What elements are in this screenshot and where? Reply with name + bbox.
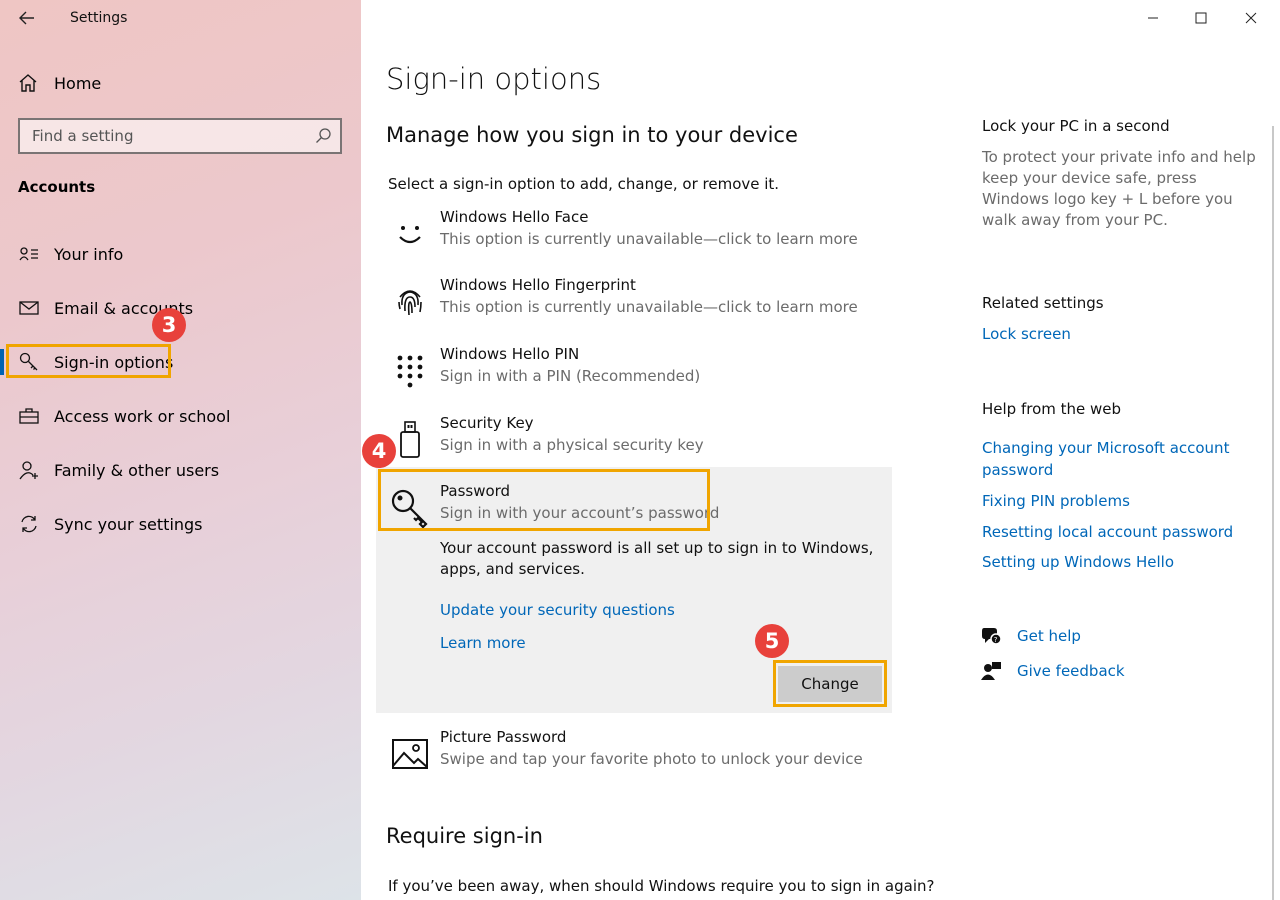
person-add-icon	[18, 459, 40, 481]
help-link-resetting-password[interactable]: Resetting local account password	[982, 521, 1242, 543]
search-icon[interactable]	[314, 127, 332, 145]
learn-more-link[interactable]: Learn more	[440, 634, 526, 652]
give-feedback-link[interactable]: Give feedback	[1017, 662, 1125, 680]
scrollbar[interactable]	[1272, 126, 1274, 900]
fingerprint-icon	[388, 282, 432, 322]
svg-text:?: ?	[994, 636, 998, 644]
sidebar-item-access-work[interactable]: Access work or school	[18, 401, 230, 431]
app-title: Settings	[70, 10, 128, 26]
sidebar-item-label: Sync your settings	[54, 514, 203, 534]
update-security-questions-link[interactable]: Update your security questions	[440, 601, 675, 619]
help-link-microsoft-password[interactable]: Changing your Microsoft account password	[982, 437, 1232, 481]
pin-keypad-icon	[388, 351, 432, 391]
get-help-link[interactable]: Get help	[1017, 627, 1081, 645]
highlight-password	[378, 469, 710, 531]
titlebar-left: Settings	[0, 0, 361, 38]
sync-icon	[18, 513, 40, 535]
require-sign-in-title: Require sign-in	[386, 824, 543, 848]
minimize-icon	[1148, 17, 1158, 19]
minimize-button[interactable]	[1130, 0, 1176, 36]
sidebar: Settings Home Accounts Your info	[0, 0, 361, 900]
close-icon	[1245, 12, 1257, 24]
feedback-icon	[981, 662, 1001, 680]
option-windows-hello-face[interactable]: Windows Hello Face This option is curren…	[386, 208, 886, 260]
home-label: Home	[54, 73, 102, 93]
option-name: Windows Hello Face	[440, 208, 589, 226]
briefcase-icon	[18, 405, 40, 427]
maximize-icon	[1195, 12, 1207, 24]
active-indicator	[0, 349, 4, 375]
help-web-title: Help from the web	[982, 400, 1122, 418]
get-help-icon: ?	[982, 628, 1002, 645]
step-badge-5: 5	[755, 624, 789, 658]
highlight-change-button	[773, 660, 887, 707]
option-name: Security Key	[440, 414, 534, 432]
maximize-button[interactable]	[1178, 0, 1224, 36]
sidebar-item-sync[interactable]: Sync your settings	[18, 509, 203, 539]
section-title-accounts: Accounts	[18, 178, 96, 196]
related-settings-title: Related settings	[982, 294, 1104, 312]
lock-pc-title: Lock your PC in a second	[982, 117, 1170, 135]
option-name: Windows Hello Fingerprint	[440, 276, 636, 294]
search-input[interactable]	[32, 127, 302, 145]
option-desc: This option is currently unavailable—cli…	[440, 230, 858, 248]
option-picture-password[interactable]: Picture Password Swipe and tap your favo…	[386, 728, 886, 780]
option-desc: Swipe and tap your favorite photo to unl…	[440, 750, 863, 768]
search-box[interactable]	[18, 118, 342, 154]
back-arrow-icon	[19, 11, 34, 25]
mail-icon	[18, 297, 40, 319]
home-icon	[19, 74, 37, 92]
lock-pc-text: To protect your private info and help ke…	[982, 148, 1256, 229]
intro-text: Select a sign-in option to add, change, …	[388, 175, 780, 193]
help-link-windows-hello[interactable]: Setting up Windows Hello	[982, 551, 1242, 573]
option-name: Windows Hello PIN	[440, 345, 580, 363]
sidebar-item-label: Your info	[54, 244, 124, 264]
step-badge-3: 3	[152, 308, 186, 342]
option-desc: This option is currently unavailable—cli…	[440, 298, 858, 316]
close-button[interactable]	[1228, 0, 1274, 36]
page-title: Sign-in options	[386, 62, 602, 96]
sidebar-item-label: Access work or school	[54, 406, 231, 426]
option-name: Picture Password	[440, 728, 567, 746]
option-security-key[interactable]: Security Key Sign in with a physical sec…	[386, 414, 886, 466]
get-help-row[interactable]: ? Get help	[980, 626, 1081, 646]
back-button[interactable]	[14, 6, 40, 30]
picture-icon	[388, 734, 432, 774]
lock-screen-link[interactable]: Lock screen	[982, 323, 1242, 345]
require-sign-in-question: If you’ve been away, when should Windows…	[388, 877, 935, 895]
person-card-icon	[18, 243, 40, 265]
help-link-fixing-pin[interactable]: Fixing PIN problems	[982, 490, 1242, 512]
option-desc: Sign in with a PIN (Recommended)	[440, 367, 701, 385]
password-status-text: Your account password is all set up to s…	[440, 539, 874, 578]
give-feedback-row[interactable]: Give feedback	[980, 661, 1125, 681]
sidebar-item-label: Family & other users	[54, 460, 220, 480]
option-windows-hello-fingerprint[interactable]: Windows Hello Fingerprint This option is…	[386, 276, 886, 328]
highlight-sign-in-options	[6, 344, 171, 378]
step-badge-4: 4	[362, 434, 396, 468]
option-windows-hello-pin[interactable]: Windows Hello PIN Sign in with a PIN (Re…	[386, 345, 886, 397]
sidebar-item-your-info[interactable]: Your info	[18, 239, 123, 269]
sidebar-item-family[interactable]: Family & other users	[18, 455, 219, 485]
section-subtitle: Manage how you sign in to your device	[386, 123, 798, 147]
sidebar-item-home[interactable]: Home	[18, 70, 101, 96]
face-icon	[388, 214, 432, 254]
option-desc: Sign in with a physical security key	[440, 436, 704, 454]
